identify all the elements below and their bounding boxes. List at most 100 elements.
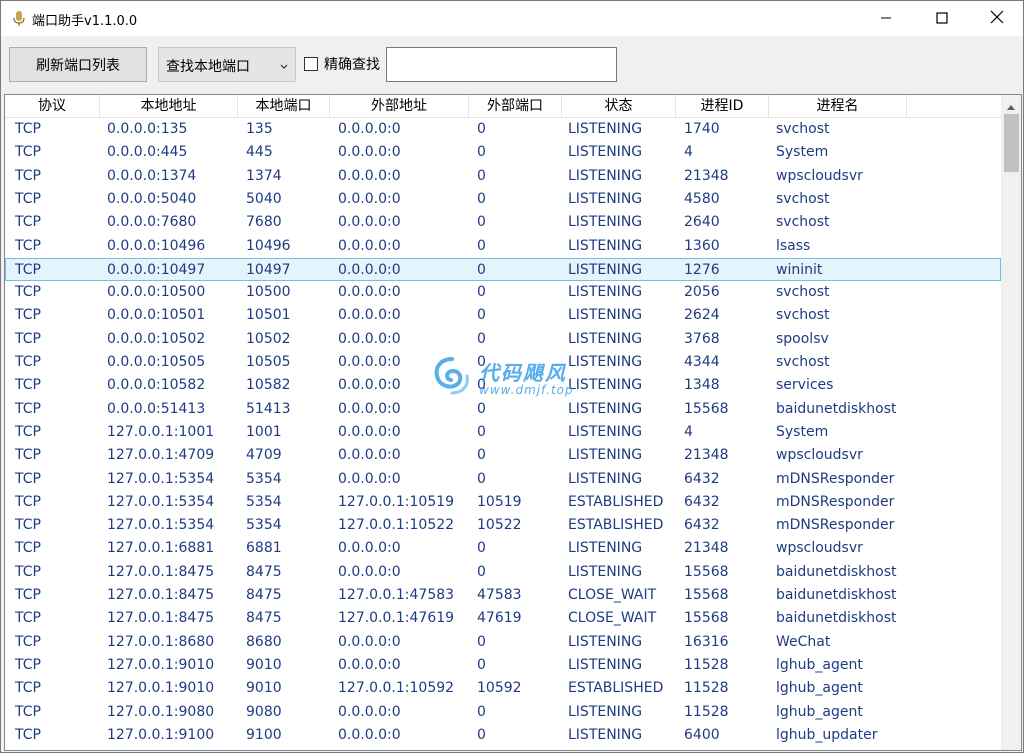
cell-remote-port: 10519 [477, 494, 522, 510]
cell-remote-address: 0.0.0.0:0 [338, 727, 401, 743]
cell-pid: 2056 [684, 284, 720, 300]
table-row[interactable]: TCP 0.0.0.0:51413 51413 0.0.0.0:0 0 LISTENING… [5, 398, 1001, 421]
cell-local-port: 7680 [246, 214, 282, 230]
cell-pid: 4580 [684, 191, 720, 207]
cell-process-name: wininit [776, 262, 823, 278]
column-header-process-name[interactable]: 进程名 [769, 95, 907, 118]
cell-remote-address: 127.0.0.1:47619 [338, 610, 455, 626]
cell-process-name: WeChat [776, 634, 831, 650]
table-row[interactable]: TCP 127.0.0.1:8475 8475 127.0.0.1:47619 4761… [5, 607, 1001, 630]
column-header-protocol[interactable]: 协议 [5, 95, 100, 118]
table-row[interactable]: TCP 0.0.0.0:10502 10502 0.0.0.0:0 0 LISTENING… [5, 328, 1001, 351]
table-row[interactable]: TCP 127.0.0.1:1001 1001 0.0.0.0:0 0 LISTENING… [5, 421, 1001, 444]
table-row[interactable]: TCP 0.0.0.0:445 445 0.0.0.0:0 0 LISTENING 4 Sys… [5, 141, 1001, 164]
table-row[interactable]: TCP 0.0.0.0:10505 10505 0.0.0.0:0 0 LISTENING… [5, 351, 1001, 374]
minimize-button[interactable] [863, 1, 909, 36]
cell-protocol: TCP [15, 634, 41, 650]
cell-protocol: TCP [15, 564, 41, 580]
cell-remote-port: 0 [477, 354, 486, 370]
cell-local-port: 10501 [246, 307, 291, 323]
table-row[interactable]: TCP 127.0.0.1:9010 9010 0.0.0.0:0 0 LISTENING… [5, 654, 1001, 677]
cell-pid: 21348 [684, 447, 729, 463]
cell-remote-address: 0.0.0.0:0 [338, 238, 401, 254]
cell-local-port: 5354 [246, 517, 282, 533]
cell-remote-port: 0 [477, 168, 486, 184]
column-header-remote-address[interactable]: 外部地址 [330, 95, 469, 118]
table-row[interactable]: TCP 127.0.0.1:9100 9100 0.0.0.0:0 0 LISTENING… [5, 724, 1001, 747]
cell-state: LISTENING [568, 331, 643, 347]
cell-pid: 16316 [684, 634, 729, 650]
cell-local-address: 127.0.0.1:8475 [107, 610, 215, 626]
table-row[interactable]: TCP 0.0.0.0:10501 10501 0.0.0.0:0 0 LISTENING… [5, 304, 1001, 327]
cell-local-address: 0.0.0.0:7680 [107, 214, 197, 230]
column-header-local-address[interactable]: 本地地址 [100, 95, 238, 118]
cell-protocol: TCP [15, 680, 41, 696]
column-header-state[interactable]: 状态 [562, 95, 676, 118]
cell-remote-address: 0.0.0.0:0 [338, 401, 401, 417]
cell-protocol: TCP [15, 587, 41, 603]
column-header-local-port[interactable]: 本地端口 [238, 95, 330, 118]
cell-local-address: 0.0.0.0:51413 [107, 401, 206, 417]
table-row[interactable]: TCP 127.0.0.1:5354 5354 0.0.0.0:0 0 LISTENING… [5, 468, 1001, 491]
maximize-button[interactable] [919, 1, 965, 36]
table-row[interactable]: TCP 0.0.0.0:10497 10497 0.0.0.0:0 0 LISTENING… [5, 258, 1001, 281]
table-row[interactable]: TCP 0.0.0.0:10500 10500 0.0.0.0:0 0 LISTENING… [5, 281, 1001, 304]
cell-pid: 21348 [684, 540, 729, 556]
search-input[interactable] [386, 47, 617, 82]
table-row[interactable]: TCP 0.0.0.0:1374 1374 0.0.0.0:0 0 LISTENING 21… [5, 165, 1001, 188]
cell-local-port: 8475 [246, 587, 282, 603]
table-row[interactable]: TCP 127.0.0.1:8475 8475 127.0.0.1:47583 4758… [5, 584, 1001, 607]
cell-protocol: TCP [15, 727, 41, 743]
vertical-scrollbar[interactable] [1001, 95, 1021, 750]
close-button[interactable] [974, 1, 1020, 36]
table-row[interactable]: TCP 127.0.0.1:8680 8680 0.0.0.0:0 0 LISTENING… [5, 631, 1001, 654]
column-header-remote-port[interactable]: 外部端口 [469, 95, 562, 118]
table-row[interactable]: TCP 127.0.0.1:5354 5354 127.0.0.1:10522 1052… [5, 514, 1001, 537]
cell-local-port: 445 [246, 144, 273, 160]
table-row[interactable]: TCP 127.0.0.1:4709 4709 0.0.0.0:0 0 LISTENING… [5, 444, 1001, 467]
table-row[interactable]: TCP 0.0.0.0:7680 7680 0.0.0.0:0 0 LISTENING 26… [5, 211, 1001, 234]
cell-protocol: TCP [15, 494, 41, 510]
cell-local-address: 0.0.0.0:1374 [107, 168, 197, 184]
cell-process-name: mDNSResponder [776, 517, 895, 533]
table-row[interactable]: TCP 127.0.0.1:5354 5354 127.0.0.1:10519 1051… [5, 491, 1001, 514]
cell-local-address: 127.0.0.1:6881 [107, 540, 215, 556]
cell-remote-address: 0.0.0.0:0 [338, 447, 401, 463]
cell-local-port: 1001 [246, 424, 282, 440]
cell-local-port: 5354 [246, 471, 282, 487]
table-row[interactable]: TCP 127.0.0.1:9010 9010 127.0.0.1:10592 1059… [5, 677, 1001, 700]
cell-local-address: 127.0.0.1:9100 [107, 727, 215, 743]
chevron-down-icon [279, 60, 289, 70]
cell-process-name: lghub_agent [776, 680, 863, 696]
table-row[interactable]: TCP 0.0.0.0:5040 5040 0.0.0.0:0 0 LISTENING 45… [5, 188, 1001, 211]
cell-remote-port: 47619 [477, 610, 522, 626]
cell-local-port: 135 [246, 121, 273, 137]
cell-local-address: 0.0.0.0:5040 [107, 191, 197, 207]
scroll-thumb[interactable] [1004, 114, 1019, 172]
arrow-up-icon [1007, 95, 1015, 114]
cell-pid: 15568 [684, 564, 729, 580]
table-row[interactable]: TCP 0.0.0.0:135 135 0.0.0.0:0 0 LISTENING 1740… [5, 118, 1001, 141]
cell-pid: 3768 [684, 331, 720, 347]
cell-remote-address: 0.0.0.0:0 [338, 634, 401, 650]
cell-protocol: TCP [15, 121, 41, 137]
column-header-pid[interactable]: 进程ID [676, 95, 769, 118]
exact-search-checkbox[interactable] [304, 57, 318, 71]
cell-remote-address: 0.0.0.0:0 [338, 144, 401, 160]
cell-protocol: TCP [15, 471, 41, 487]
cell-pid: 6432 [684, 517, 720, 533]
cell-state: CLOSE_WAIT [568, 610, 657, 626]
table-row[interactable]: TCP 127.0.0.1:9080 9080 0.0.0.0:0 0 LISTENING… [5, 701, 1001, 724]
cell-remote-port: 0 [477, 657, 486, 673]
table-row[interactable]: TCP 0.0.0.0:10582 10582 0.0.0.0:0 0 LISTENING… [5, 374, 1001, 397]
cell-state: LISTENING [568, 424, 643, 440]
cell-local-address: 127.0.0.1:5354 [107, 494, 215, 510]
cell-remote-address: 0.0.0.0:0 [338, 657, 401, 673]
scroll-up-button[interactable] [1001, 95, 1021, 113]
table-row[interactable]: TCP 127.0.0.1:8475 8475 0.0.0.0:0 0 LISTENING… [5, 561, 1001, 584]
table-row[interactable]: TCP 0.0.0.0:10496 10496 0.0.0.0:0 0 LISTENING… [5, 235, 1001, 258]
table-row[interactable]: TCP 127.0.0.1:6881 6881 0.0.0.0:0 0 LISTENING… [5, 537, 1001, 560]
refresh-port-list-button[interactable]: 刷新端口列表 [9, 47, 147, 82]
search-mode-select[interactable]: 查找本地端口 [158, 47, 296, 82]
cell-local-address: 0.0.0.0:10500 [107, 284, 206, 300]
